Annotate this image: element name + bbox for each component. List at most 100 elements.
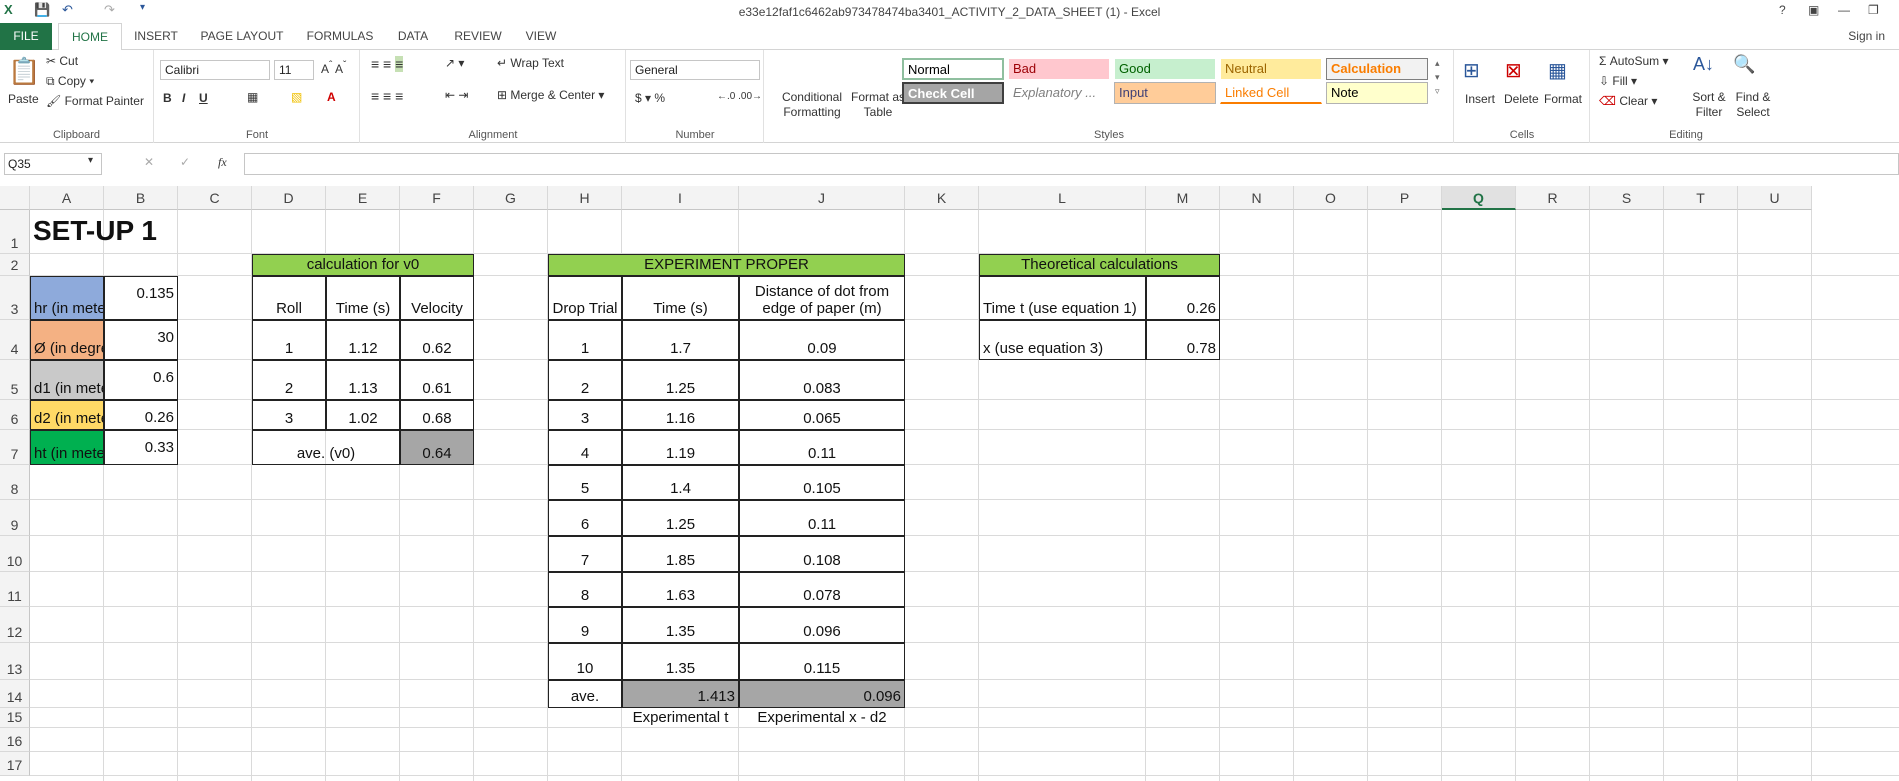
- row-header-15[interactable]: 15: [0, 708, 30, 728]
- align-top-icon[interactable]: ≡ ≡ ≡: [371, 56, 404, 72]
- row-header-7[interactable]: 7: [0, 430, 30, 465]
- column-header-r[interactable]: R: [1516, 186, 1590, 210]
- insert-function-icon[interactable]: fx: [218, 155, 227, 170]
- tab-data[interactable]: DATA: [388, 23, 438, 50]
- tab-file[interactable]: FILE: [0, 23, 52, 50]
- row-header-14[interactable]: 14: [0, 680, 30, 708]
- select-all-corner[interactable]: [0, 186, 30, 210]
- cut-button[interactable]: ✂ Cut: [46, 54, 78, 68]
- underline-button[interactable]: U: [199, 91, 208, 105]
- column-header-f[interactable]: F: [400, 186, 474, 210]
- tab-view[interactable]: VIEW: [516, 23, 566, 50]
- column-header-m[interactable]: M: [1146, 186, 1220, 210]
- row-header-11[interactable]: 11: [0, 572, 30, 607]
- sort-filter-button[interactable]: Sort & Filter: [1687, 90, 1731, 120]
- column-header-i[interactable]: I: [622, 186, 739, 210]
- tab-page-layout[interactable]: PAGE LAYOUT: [192, 23, 292, 50]
- column-header-e[interactable]: E: [326, 186, 400, 210]
- conditional-formatting-button[interactable]: Conditional Formatting: [775, 90, 849, 120]
- column-header-d[interactable]: D: [252, 186, 326, 210]
- find-select-button[interactable]: Find & Select: [1731, 90, 1775, 120]
- enter-icon[interactable]: ✓: [180, 155, 190, 169]
- tab-home[interactable]: HOME: [58, 23, 122, 51]
- cell-style-calculation[interactable]: Calculation: [1326, 58, 1428, 80]
- row-header-10[interactable]: 10: [0, 536, 30, 572]
- column-header-n[interactable]: N: [1220, 186, 1294, 210]
- row-header-4[interactable]: 4: [0, 320, 30, 360]
- cell-style-input[interactable]: Input: [1114, 82, 1216, 104]
- name-box-dropdown-icon[interactable]: ▾: [88, 155, 93, 166]
- find-select-icon[interactable]: 🔍: [1733, 54, 1755, 75]
- format-cells-icon[interactable]: ▦: [1548, 58, 1567, 83]
- font-size-select[interactable]: 11: [274, 60, 314, 80]
- cell-style-note[interactable]: Note: [1326, 82, 1428, 104]
- tab-insert[interactable]: INSERT: [128, 23, 184, 50]
- tab-review[interactable]: REVIEW: [446, 23, 510, 50]
- column-header-s[interactable]: S: [1590, 186, 1664, 210]
- minimize-icon[interactable]: —: [1838, 3, 1850, 17]
- cell-style-good[interactable]: Good: [1114, 58, 1216, 80]
- sign-in-link[interactable]: Sign in: [1848, 29, 1885, 43]
- row-header-17[interactable]: 17: [0, 752, 30, 776]
- formula-input[interactable]: [244, 153, 1899, 175]
- row-header-16[interactable]: 16: [0, 728, 30, 752]
- italic-button[interactable]: I: [182, 91, 185, 105]
- row-header-6[interactable]: 6: [0, 400, 30, 430]
- fill-color-icon[interactable]: ▧: [291, 90, 302, 104]
- grow-font-icon[interactable]: Aˆ Aˇ: [321, 60, 346, 76]
- cell-style-check-cell[interactable]: Check Cell: [902, 82, 1004, 104]
- column-header-g[interactable]: G: [474, 186, 548, 210]
- row-header-8[interactable]: 8: [0, 465, 30, 500]
- styles-scroll-icon[interactable]: ▴ ▾ ▿: [1435, 56, 1440, 98]
- insert-button[interactable]: Insert: [1465, 92, 1495, 106]
- row-header-3[interactable]: 3: [0, 276, 30, 320]
- column-header-q[interactable]: Q: [1442, 186, 1516, 210]
- cell-style-explanatory[interactable]: Explanatory ...: [1008, 82, 1110, 104]
- fill-button[interactable]: ⇩ Fill ▾: [1599, 74, 1637, 88]
- paste-button[interactable]: Paste: [8, 92, 39, 106]
- delete-cells-icon[interactable]: ⊠: [1505, 58, 1522, 83]
- autosum-button[interactable]: Σ AutoSum ▾: [1599, 54, 1668, 68]
- row-header-1[interactable]: 1: [0, 210, 30, 254]
- paste-icon[interactable]: 📋: [8, 56, 40, 87]
- cell-style-neutral[interactable]: Neutral: [1220, 58, 1322, 80]
- cell-style-normal[interactable]: Normal: [902, 58, 1004, 80]
- bold-button[interactable]: B: [163, 91, 172, 105]
- cell-style-linked-cell[interactable]: Linked Cell: [1220, 82, 1322, 104]
- row-header-12[interactable]: 12: [0, 607, 30, 643]
- row-header-2[interactable]: 2: [0, 254, 30, 276]
- format-as-table-button[interactable]: Format as Table: [847, 90, 909, 120]
- row-header-13[interactable]: 13: [0, 643, 30, 680]
- font-name-select[interactable]: Calibri: [160, 60, 270, 80]
- column-header-u[interactable]: U: [1738, 186, 1812, 210]
- copy-button[interactable]: ⧉ Copy ▾: [46, 74, 94, 89]
- decimal-icon[interactable]: ←.0 .00→: [717, 91, 762, 102]
- currency-icon[interactable]: $ ▾ %: [635, 91, 665, 105]
- align-left-icon[interactable]: ≡ ≡ ≡: [371, 88, 403, 104]
- row-header-9[interactable]: 9: [0, 500, 30, 536]
- format-painter-button[interactable]: 🖌 Format Painter: [46, 94, 144, 108]
- insert-cells-icon[interactable]: ⊞: [1463, 58, 1480, 83]
- sort-filter-icon[interactable]: A↓: [1693, 54, 1714, 75]
- column-header-p[interactable]: P: [1368, 186, 1442, 210]
- cell-style-bad[interactable]: Bad: [1008, 58, 1110, 80]
- delete-button[interactable]: Delete: [1504, 92, 1539, 106]
- column-header-b[interactable]: B: [104, 186, 178, 210]
- format-button[interactable]: Format: [1544, 92, 1582, 106]
- cancel-icon[interactable]: ✕: [144, 155, 154, 169]
- column-header-k[interactable]: K: [905, 186, 979, 210]
- column-header-c[interactable]: C: [178, 186, 252, 210]
- merge-center-button[interactable]: ⊞ Merge & Center ▾: [497, 88, 604, 102]
- column-header-a[interactable]: A: [30, 186, 104, 210]
- wrap-text-button[interactable]: ↵ Wrap Text: [497, 56, 564, 70]
- font-color-icon[interactable]: A: [327, 90, 336, 104]
- ribbon-display-icon[interactable]: ▣: [1808, 3, 1819, 17]
- column-header-h[interactable]: H: [548, 186, 622, 210]
- help-icon[interactable]: ?: [1779, 3, 1786, 17]
- clear-button[interactable]: ⌫ Clear ▾: [1599, 94, 1657, 108]
- indent-icon[interactable]: ⇤ ⇥: [445, 88, 468, 102]
- worksheet-grid[interactable]: A B C D E F G H I J K L M N O P Q R S T U 1 2 3 4 5 6 7 8 9 10 11 12 13 14…: [0, 186, 1899, 781]
- tab-formulas[interactable]: FORMULAS: [300, 23, 380, 50]
- number-format-select[interactable]: General: [630, 60, 760, 80]
- row-header-5[interactable]: 5: [0, 360, 30, 400]
